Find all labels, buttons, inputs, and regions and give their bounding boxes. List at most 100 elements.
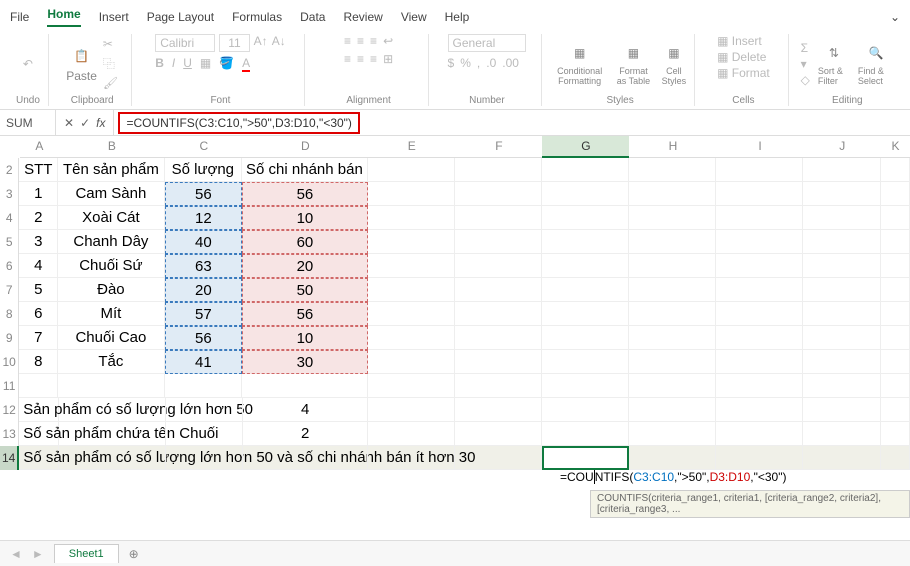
cell[interactable] bbox=[881, 326, 910, 350]
cell[interactable] bbox=[716, 254, 803, 278]
cell[interactable] bbox=[716, 206, 803, 230]
fx-icon[interactable]: fx bbox=[96, 116, 105, 130]
cell[interactable] bbox=[542, 230, 629, 254]
row-head[interactable]: 6 bbox=[0, 254, 19, 278]
active-cell[interactable] bbox=[542, 446, 629, 470]
cell[interactable] bbox=[629, 158, 716, 182]
cell[interactable] bbox=[716, 350, 803, 374]
cell[interactable] bbox=[803, 278, 880, 302]
cell[interactable] bbox=[629, 206, 716, 230]
cell[interactable]: 2 bbox=[19, 206, 58, 230]
cell[interactable] bbox=[716, 398, 803, 422]
name-box[interactable]: SUM bbox=[0, 110, 56, 135]
cell[interactable]: Mít bbox=[58, 302, 164, 326]
font-color-icon[interactable]: A bbox=[242, 56, 250, 70]
cell[interactable] bbox=[716, 182, 803, 206]
ribbon-collapse-icon[interactable]: ⌄ bbox=[890, 10, 900, 24]
cell[interactable] bbox=[455, 230, 542, 254]
cell[interactable] bbox=[455, 278, 542, 302]
cell[interactable] bbox=[716, 230, 803, 254]
italic-icon[interactable]: I bbox=[172, 56, 175, 70]
menu-file[interactable]: File bbox=[10, 10, 29, 24]
cell[interactable]: 40 bbox=[165, 230, 243, 254]
cell[interactable]: 4 bbox=[243, 398, 369, 422]
cell[interactable] bbox=[455, 422, 542, 446]
cell[interactable] bbox=[803, 422, 880, 446]
align-center-icon[interactable]: ≡ bbox=[357, 52, 364, 66]
cell[interactable] bbox=[542, 326, 629, 350]
cell[interactable] bbox=[242, 374, 368, 398]
cell[interactable] bbox=[368, 254, 455, 278]
cell[interactable] bbox=[368, 446, 455, 470]
cell[interactable] bbox=[455, 206, 542, 230]
align-right-icon[interactable]: ≡ bbox=[370, 52, 377, 66]
find-select-button[interactable]: 🔍Find & Select bbox=[858, 42, 894, 86]
cell[interactable]: 6 bbox=[19, 302, 58, 326]
row-head[interactable]: 10 bbox=[0, 350, 19, 374]
row-head[interactable]: 7 bbox=[0, 278, 19, 302]
cell[interactable] bbox=[455, 302, 542, 326]
cancel-icon[interactable]: ✕ bbox=[64, 116, 74, 130]
dec-dec-icon[interactable]: .00 bbox=[502, 56, 519, 70]
cell[interactable] bbox=[629, 254, 716, 278]
cell[interactable] bbox=[542, 182, 629, 206]
cell[interactable]: 56 bbox=[165, 326, 243, 350]
sort-filter-button[interactable]: ⇅Sort & Filter bbox=[818, 42, 850, 86]
cell[interactable] bbox=[629, 230, 716, 254]
cell[interactable]: 56 bbox=[242, 182, 368, 206]
cell[interactable]: 7 bbox=[19, 326, 58, 350]
cell[interactable]: Sản phẩm có số lượng lớn hơn 50 bbox=[19, 398, 59, 422]
cell[interactable] bbox=[881, 350, 910, 374]
cell[interactable]: 63 bbox=[165, 254, 243, 278]
row-head[interactable]: 3 bbox=[0, 182, 19, 206]
cell[interactable] bbox=[368, 278, 455, 302]
cell[interactable] bbox=[716, 278, 803, 302]
tab-prev-icon[interactable]: ◄ bbox=[10, 547, 22, 561]
cell[interactable] bbox=[542, 374, 629, 398]
cell[interactable] bbox=[59, 422, 165, 446]
cell[interactable]: 41 bbox=[165, 350, 243, 374]
paste-button[interactable]: 📋 Paste bbox=[66, 45, 97, 83]
cell[interactable]: 8 bbox=[19, 350, 58, 374]
cell[interactable] bbox=[803, 302, 880, 326]
tab-next-icon[interactable]: ► bbox=[32, 547, 44, 561]
cell[interactable] bbox=[455, 326, 542, 350]
cell[interactable] bbox=[19, 374, 58, 398]
cell[interactable] bbox=[58, 374, 164, 398]
col-head-e[interactable]: E bbox=[368, 136, 455, 158]
cell[interactable] bbox=[629, 326, 716, 350]
cell[interactable] bbox=[166, 422, 243, 446]
cell[interactable]: 10 bbox=[242, 326, 368, 350]
cell[interactable] bbox=[716, 158, 803, 182]
cell[interactable] bbox=[542, 350, 629, 374]
dec-inc-icon[interactable]: .0 bbox=[486, 56, 496, 70]
cell[interactable]: Cam Sành bbox=[58, 182, 164, 206]
cell[interactable]: 3 bbox=[19, 230, 58, 254]
undo-icon[interactable]: ↶ bbox=[23, 57, 33, 71]
cell[interactable] bbox=[881, 278, 910, 302]
cell[interactable]: Đào bbox=[58, 278, 164, 302]
autosum-icon[interactable]: Σ bbox=[801, 41, 810, 55]
col-head-a[interactable]: A bbox=[20, 136, 59, 158]
cell[interactable] bbox=[629, 374, 716, 398]
cell[interactable] bbox=[803, 158, 880, 182]
cell[interactable] bbox=[455, 374, 542, 398]
enter-icon[interactable]: ✓ bbox=[80, 116, 90, 130]
copy-icon[interactable]: ⿻ bbox=[103, 55, 118, 72]
cell[interactable] bbox=[881, 182, 910, 206]
cell[interactable] bbox=[542, 158, 629, 182]
cell[interactable] bbox=[716, 446, 803, 470]
cell[interactable]: 50 bbox=[242, 278, 368, 302]
cell[interactable] bbox=[803, 206, 880, 230]
insert-cells-button[interactable]: ▦ Insert bbox=[717, 34, 762, 48]
cell[interactable] bbox=[803, 374, 880, 398]
col-head-k[interactable]: K bbox=[881, 136, 910, 158]
cell[interactable] bbox=[368, 350, 455, 374]
border-icon[interactable]: ▦ bbox=[200, 56, 211, 70]
row-head[interactable]: 2 bbox=[0, 158, 19, 182]
cell[interactable] bbox=[629, 278, 716, 302]
cell[interactable]: Xoài Cát bbox=[58, 206, 164, 230]
cell[interactable] bbox=[881, 398, 910, 422]
cell[interactable]: 2 bbox=[243, 422, 369, 446]
formula-input[interactable]: =COUNTIFS(C3:C10,">50",D3:D10,"<30") bbox=[118, 112, 359, 134]
